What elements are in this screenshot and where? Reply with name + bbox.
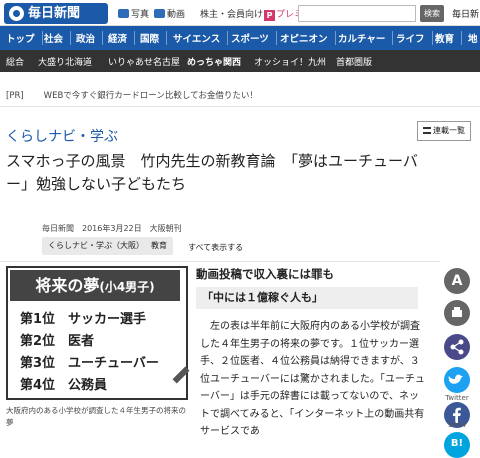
list-icon [423,127,431,134]
ranking-row: 第4位 公務員 [20,378,108,393]
article-body: 左の表は半年前に大阪府内のある小学校が調査した４年生男子の将来の夢です。１位サッ… [200,321,425,437]
search-input[interactable] [298,5,416,22]
nav-item[interactable]: ライフ [396,31,433,45]
facebook-count: 3684 [448,421,466,429]
quote-heading: 「中には１億稼ぐ人も」 [196,287,418,309]
pr-ad[interactable]: [PR] WEBで今すぐ銀行カードローン比較してお金借りたい！ [6,89,258,101]
nav-item[interactable]: 地 [468,31,480,45]
twitter-button[interactable] [444,367,470,393]
regional-nav-item[interactable]: 首都圏版 [336,55,372,68]
photo-link-label: 写真 [131,10,150,20]
font-size-icon: A [451,273,463,289]
search-button[interactable]: 検索 [420,5,444,22]
video-link-label: 動画 [167,10,186,20]
print-icon [452,307,462,317]
figure-subtitle: (小4男子) [99,280,155,294]
premier-link[interactable]: 株主・会員向け P プレミア [200,7,312,21]
byline: 毎日新聞 2016年3月22日 大阪朝刊 [42,224,182,233]
logo-text: 毎日新聞 [28,6,81,21]
divider [0,261,440,262]
mainichi-logo[interactable]: 毎日新聞 [4,3,108,24]
figure-title: 将来の夢 [35,276,100,295]
twitter-icon [448,374,463,384]
ranking-row: 第3位 ユーチューバー [20,356,159,371]
twitter-label: Twitter [445,394,469,402]
photo-link[interactable]: 写真 [118,7,149,20]
nav-item[interactable]: オピニオン [280,31,336,45]
regional-nav-item[interactable]: 大盛り北海道 [38,55,92,68]
nav-item[interactable]: スポーツ [231,31,277,45]
nav-item[interactable]: サイエンス [173,31,229,45]
nav-item[interactable]: 政治 [76,31,104,45]
ranking-row: 第1位 サッカー選手 [20,312,147,327]
tag[interactable]: 教育 [145,237,173,255]
logo-mark-icon [9,6,24,21]
regional-nav: 総合 大盛り北海道 いりゃあせ名古屋 めっちゃ関西 オッショイ！九州 首都圏版 [0,50,480,72]
regional-nav-item[interactable]: オッショイ！九州 [254,55,326,68]
nav-item[interactable]: 経済 [108,31,136,45]
subheading: 動画投稿で収入裏には罪も [196,267,334,281]
nav-item[interactable]: カルチャー [338,31,394,45]
header-right-link[interactable]: 毎日新 [452,7,479,20]
ranking-row: 第2位 医者 [20,334,95,349]
series-list-label: 連載一覧 [433,126,465,135]
regional-nav-item-active[interactable]: めっちゃ関西 [187,55,241,68]
article-figure[interactable]: 将来の夢(小4男子) 第1位 サッカー選手 第2位 医者 第3位 ユーチューバー… [6,266,190,400]
divider [0,106,480,107]
video-link[interactable]: 動画 [154,7,185,20]
figure-heading: 将来の夢(小4男子) [10,270,180,301]
figure-caption: 大阪府内のある小学校が調査した４年生男子の将来の夢 [6,406,186,427]
series-list-button[interactable]: 連載一覧 [417,121,471,141]
regional-nav-item[interactable]: 総合 [6,55,24,68]
tag[interactable]: くらしナビ・学ぶ（大阪） [42,237,150,255]
shareholders-label: 株主・会員向け [200,10,264,20]
video-icon [154,9,165,18]
share-button[interactable] [444,334,470,360]
title-line-1: スマホっ子の風景 竹内先生の新教育論 「夢はユーチューバ [6,152,418,170]
title-line-2: ー」勉強しない子どもたち [6,175,187,193]
share-icon [450,339,464,355]
article-title: スマホっ子の風景 竹内先生の新教育論 「夢はユーチューバ ー」勉強しない子どもたち [6,150,468,196]
pr-text: WEBで今すぐ銀行カードローン比較してお金借りたい！ [43,91,258,101]
pr-label: [PR] [6,91,24,101]
regional-nav-item[interactable]: いりゃあせ名古屋 [108,55,180,68]
font-size-button[interactable]: A [444,268,470,294]
hatena-button[interactable]: B! [444,432,470,458]
main-nav: トップ 社会 政治 経済 国際 サイエンス スポーツ オピニオン カルチャー ラ… [0,26,480,50]
nav-item[interactable]: 教育 [435,31,463,45]
section-title[interactable]: くらしナビ・学ぶ [6,126,118,146]
nav-item[interactable]: 国際 [140,31,168,45]
camera-icon [118,9,129,18]
premier-p-icon: P [264,10,276,21]
nav-item[interactable]: トップ [6,31,43,45]
nav-item[interactable]: 社会 [44,31,72,45]
print-button[interactable] [444,300,470,326]
top-bar: 毎日新聞 写真 動画 株主・会員向け P プレミア 検索 毎日新 [0,0,480,26]
show-all-tags-link[interactable]: すべて表示する [188,242,243,253]
